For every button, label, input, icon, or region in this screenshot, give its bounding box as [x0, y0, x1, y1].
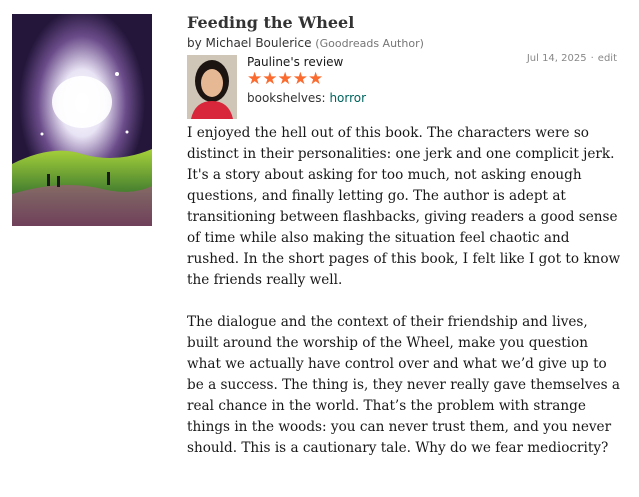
shelf-link-horror[interactable]: horror	[329, 91, 366, 105]
byline: by Michael Boulerice (Goodreads Author)	[187, 35, 424, 52]
reviewer-name-link[interactable]: Pauline	[247, 55, 290, 69]
star-rating: ★★★★★	[247, 69, 324, 89]
review-date-edit: Jul 14, 2025 · edit	[527, 53, 617, 64]
goodreads-author-tag: (Goodreads Author)	[315, 37, 424, 50]
author-link[interactable]: Michael Boulerice	[206, 36, 312, 50]
review-text: I enjoyed the hell out of this book. The…	[187, 123, 623, 480]
review-paragraph: The dialogue and the context of their fr…	[187, 314, 621, 456]
book-cover[interactable]	[12, 14, 152, 226]
reviewer-avatar[interactable]	[187, 55, 237, 119]
review-meta: Pauline's review ★★★★★ bookshelves: horr…	[247, 54, 366, 106]
book-cover-art	[12, 14, 152, 226]
bookshelves: bookshelves: horror	[247, 90, 366, 106]
separator: ·	[590, 53, 594, 64]
book-title[interactable]: Feeding the Wheel	[187, 13, 354, 33]
bookshelves-label: bookshelves:	[247, 91, 326, 105]
avatar-photo	[187, 55, 237, 119]
by-label: by	[187, 36, 202, 50]
review-date-link[interactable]: Jul 14, 2025	[527, 53, 587, 64]
reviewer-heading: Pauline's review	[247, 54, 366, 70]
review-suffix: 's review	[290, 55, 344, 69]
review-paragraph: I enjoyed the hell out of this book. The…	[187, 125, 621, 288]
edit-link[interactable]: edit	[598, 53, 617, 64]
